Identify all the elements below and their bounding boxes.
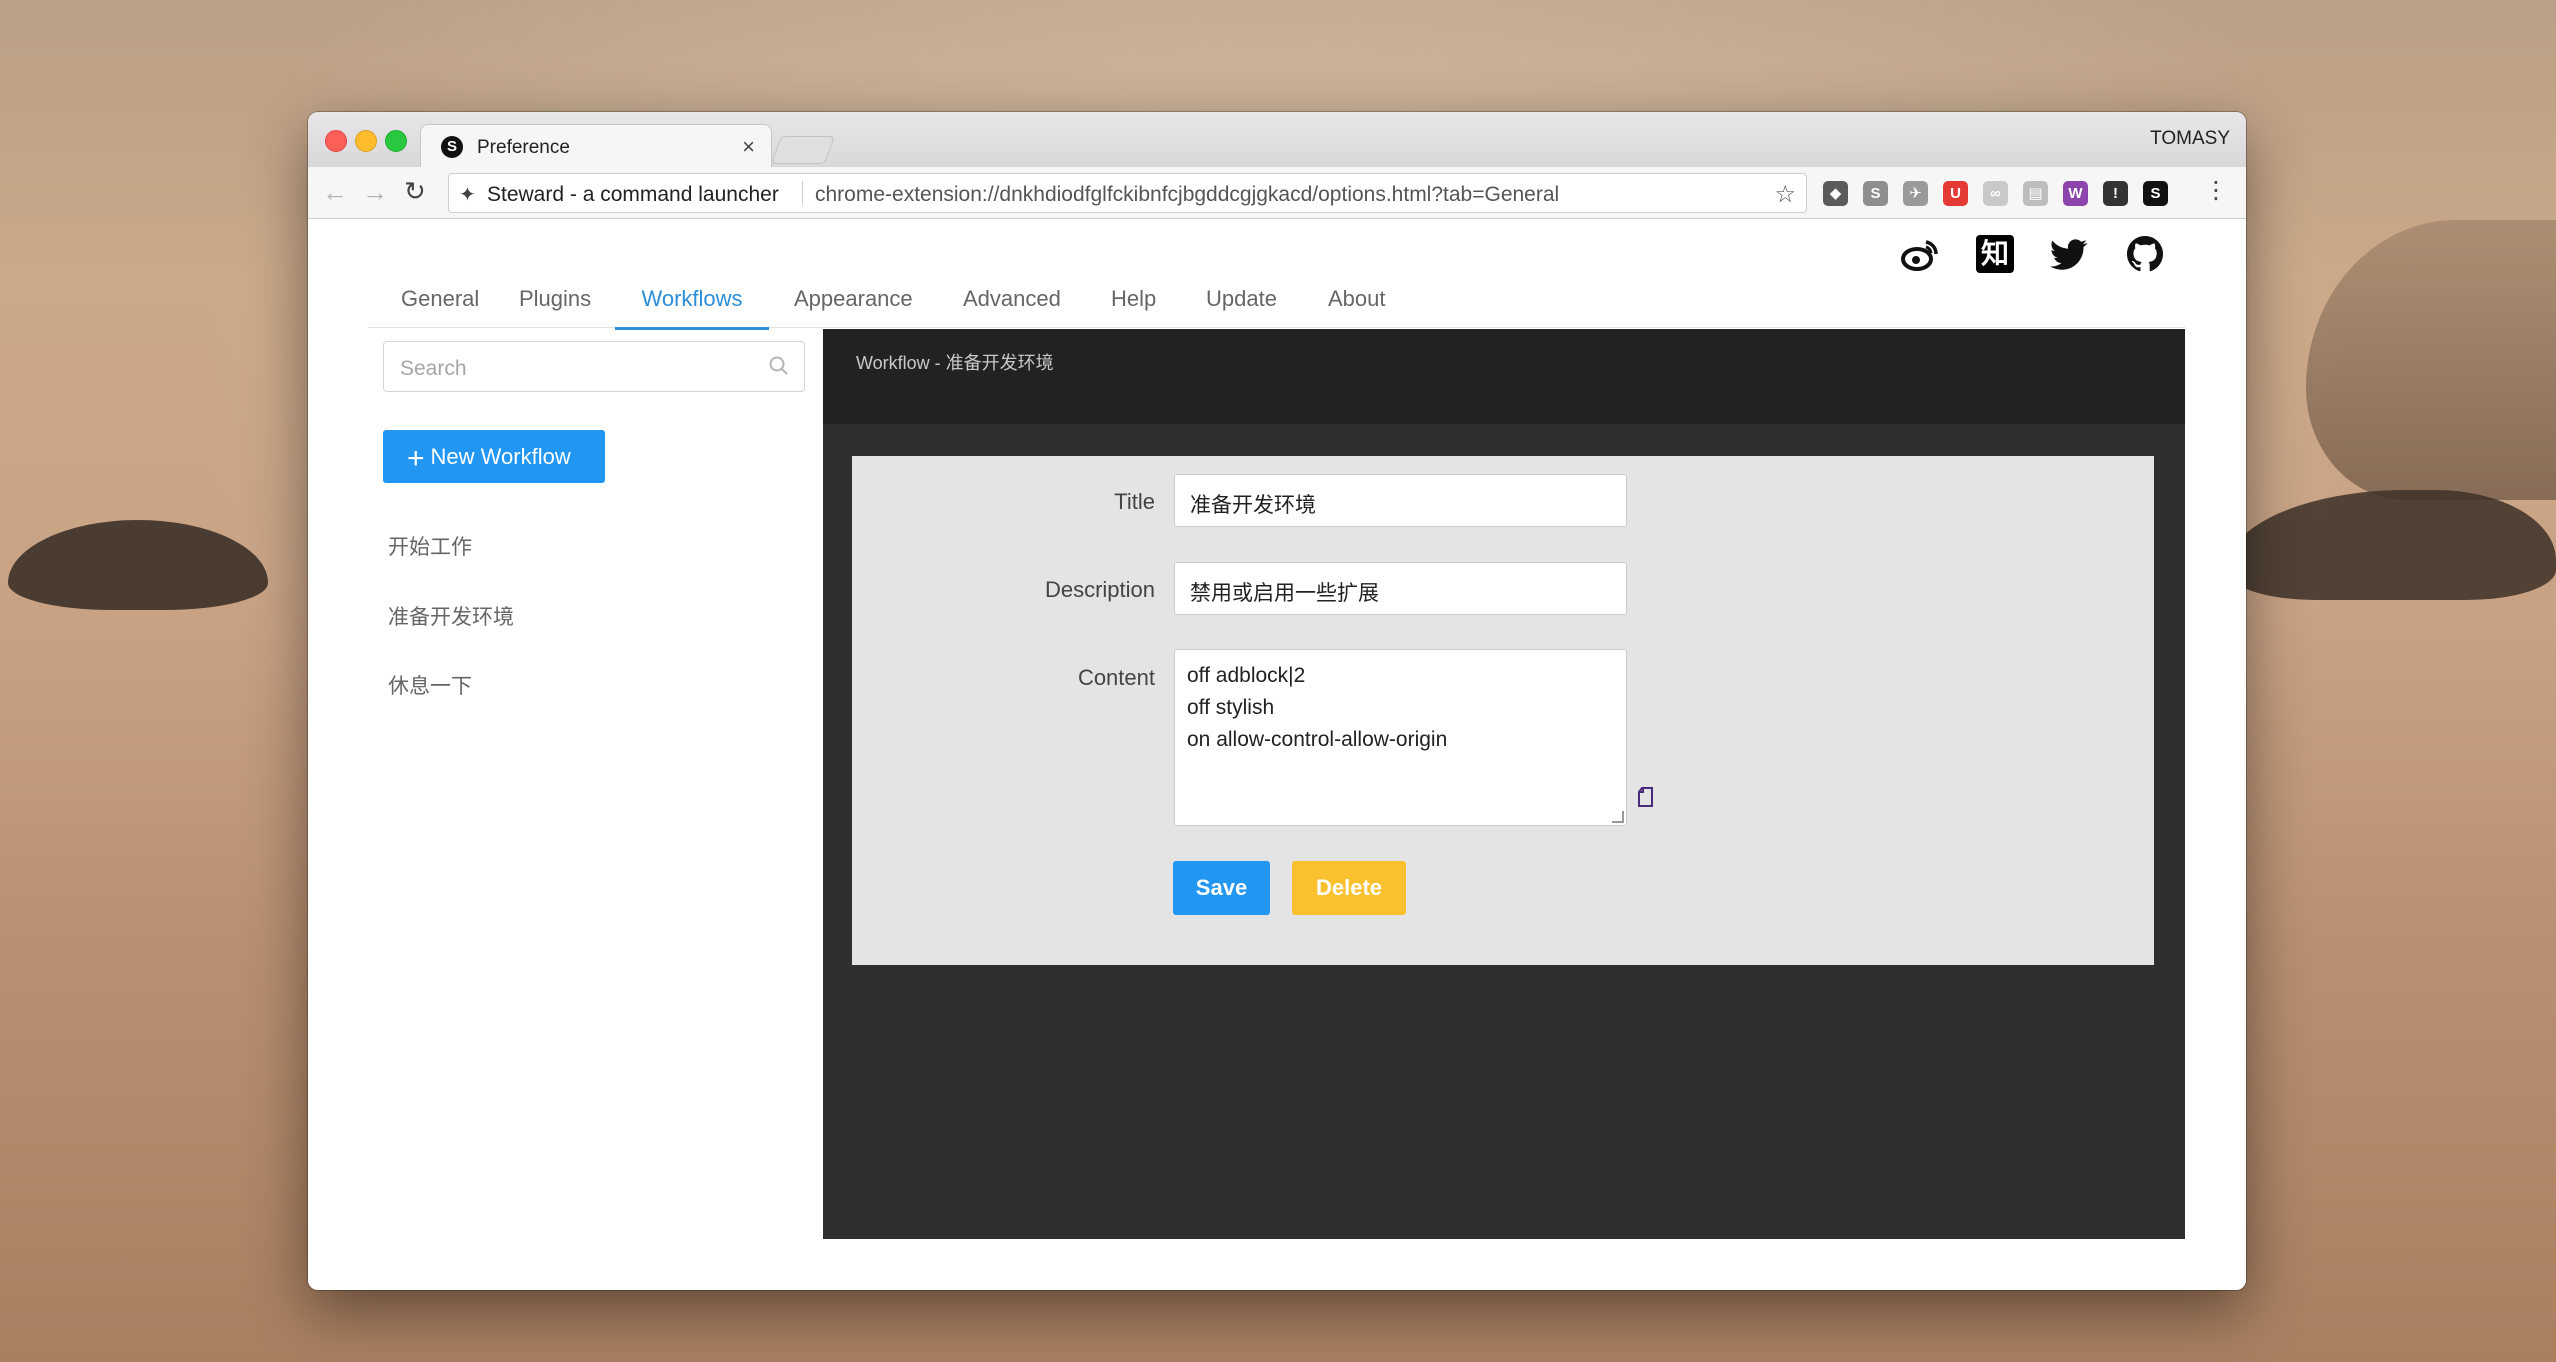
link-icon[interactable]: ∞ bbox=[1983, 180, 2008, 206]
zoom-window-button[interactable] bbox=[385, 130, 407, 152]
puzzle-piece-icon: ✦ bbox=[459, 184, 476, 206]
zhihu-glyph: 知 bbox=[1976, 235, 2014, 273]
tab-advanced[interactable]: Advanced bbox=[963, 279, 1061, 327]
profile-name[interactable]: TOMASY bbox=[2150, 128, 2230, 150]
omnibox-divider bbox=[802, 181, 803, 205]
resize-handle[interactable] bbox=[1612, 811, 1624, 823]
bookmark-star-icon[interactable]: ☆ bbox=[1774, 180, 1796, 209]
extension-icons: ◆ S ✈ U ∞ ▤ W! S bbox=[1823, 179, 2168, 207]
address-bar[interactable]: ✦ Steward - a command launcher chrome-ex… bbox=[448, 173, 1807, 213]
reload-icon[interactable]: ↻ bbox=[404, 176, 426, 207]
workflow-item[interactable]: 休息一下 bbox=[388, 670, 472, 700]
tab-appearance[interactable]: Appearance bbox=[794, 279, 913, 327]
weibo-icon[interactable] bbox=[1899, 233, 1941, 275]
tab-plugins[interactable]: Plugins bbox=[519, 279, 591, 327]
sourcegraph-icon[interactable]: S bbox=[1863, 180, 1888, 206]
workflow-form: Title 准备开发环境 Description 禁用或启用一些扩展 Conte… bbox=[852, 456, 2154, 965]
tab-help[interactable]: Help bbox=[1111, 279, 1156, 327]
options-page: 知 General Plugins Workflows Appearance A… bbox=[308, 219, 2246, 1290]
steward-favicon-icon: S bbox=[441, 136, 463, 158]
new-workflow-label: New Workflow bbox=[430, 444, 571, 469]
page-icon[interactable]: ▤ bbox=[2023, 180, 2048, 206]
delete-button[interactable]: Delete bbox=[1292, 861, 1406, 915]
content-line: on allow-control-allow-origin bbox=[1187, 728, 1448, 751]
content-label: Content bbox=[1077, 665, 1155, 690]
minimize-window-button[interactable] bbox=[355, 130, 377, 152]
workflow-editor-panel: Workflow - 准备开发环境 Title 准备开发环境 Descripti… bbox=[823, 329, 2185, 1239]
tab-about[interactable]: About bbox=[1328, 279, 1386, 327]
save-button[interactable]: Save bbox=[1173, 861, 1270, 915]
search-placeholder: Search bbox=[400, 357, 467, 380]
url-text[interactable]: chrome-extension://dnkhdiodfglfckibnfcjb… bbox=[815, 183, 1559, 207]
description-label: Description bbox=[1044, 577, 1155, 602]
search-input[interactable]: Search bbox=[383, 341, 805, 392]
browser-tab[interactable]: S Preference × bbox=[420, 124, 772, 169]
tab-title: Preference bbox=[477, 137, 570, 158]
panel-header: Workflow - 准备开发环境 bbox=[823, 329, 2185, 424]
forward-arrow-icon[interactable]: → bbox=[362, 177, 388, 208]
zhihu-icon[interactable]: 知 bbox=[1974, 233, 2016, 275]
content-line: off stylish bbox=[1187, 696, 1275, 719]
workflow-sidebar: Search + New Workflow 开始工作 准备开发环境 休息一下 bbox=[308, 329, 823, 1269]
info-icon[interactable]: ! bbox=[2103, 180, 2128, 206]
workflow-item[interactable]: 开始工作 bbox=[388, 531, 472, 561]
tab-close-icon[interactable]: × bbox=[742, 134, 755, 160]
pocket-icon[interactable]: ◆ bbox=[1823, 180, 1848, 206]
steward-icon[interactable]: S bbox=[2143, 180, 2168, 206]
panel-title: Workflow - 准备开发环境 bbox=[856, 353, 1054, 373]
new-tab-button[interactable] bbox=[770, 136, 836, 164]
extension-name-chip: Steward - a command launcher bbox=[487, 183, 779, 206]
w-ext-icon[interactable]: W bbox=[2063, 180, 2088, 206]
back-arrow-icon[interactable]: ← bbox=[322, 177, 348, 208]
title-field[interactable]: 准备开发环境 bbox=[1174, 474, 1627, 527]
new-workflow-button[interactable]: + New Workflow bbox=[383, 430, 605, 483]
browser-toolbar: ← → ↻ ✦ Steward - a command launcher chr… bbox=[308, 167, 2246, 219]
tab-update[interactable]: Update bbox=[1206, 279, 1277, 327]
ublock-icon[interactable]: U bbox=[1943, 180, 1968, 206]
close-window-button[interactable] bbox=[325, 130, 347, 152]
tab-workflows[interactable]: Workflows bbox=[615, 279, 769, 330]
plus-icon: + bbox=[407, 442, 425, 475]
content-line: off adblock|2 bbox=[1187, 664, 1306, 687]
browser-window: S Preference × TOMASY ← → ↻ ✦ Steward - … bbox=[308, 112, 2246, 1290]
search-icon bbox=[769, 356, 788, 375]
title-bar: S Preference × TOMASY bbox=[308, 112, 2246, 169]
title-label: Title bbox=[1114, 489, 1155, 514]
description-field[interactable]: 禁用或启用一些扩展 bbox=[1174, 562, 1627, 615]
content-textarea[interactable]: off adblock|2 off stylish on allow-contr… bbox=[1174, 649, 1627, 826]
settings-tabs: General Plugins Workflows Appearance Adv… bbox=[368, 279, 2185, 330]
document-icon[interactable] bbox=[1636, 786, 1656, 808]
menu-dots-icon[interactable]: ⋮ bbox=[2204, 176, 2228, 205]
github-icon[interactable] bbox=[2124, 233, 2166, 275]
compass-icon[interactable]: ✈ bbox=[1903, 180, 1928, 206]
tab-general[interactable]: General bbox=[401, 279, 479, 327]
workflow-item[interactable]: 准备开发环境 bbox=[388, 601, 514, 631]
twitter-icon[interactable] bbox=[2048, 233, 2090, 275]
